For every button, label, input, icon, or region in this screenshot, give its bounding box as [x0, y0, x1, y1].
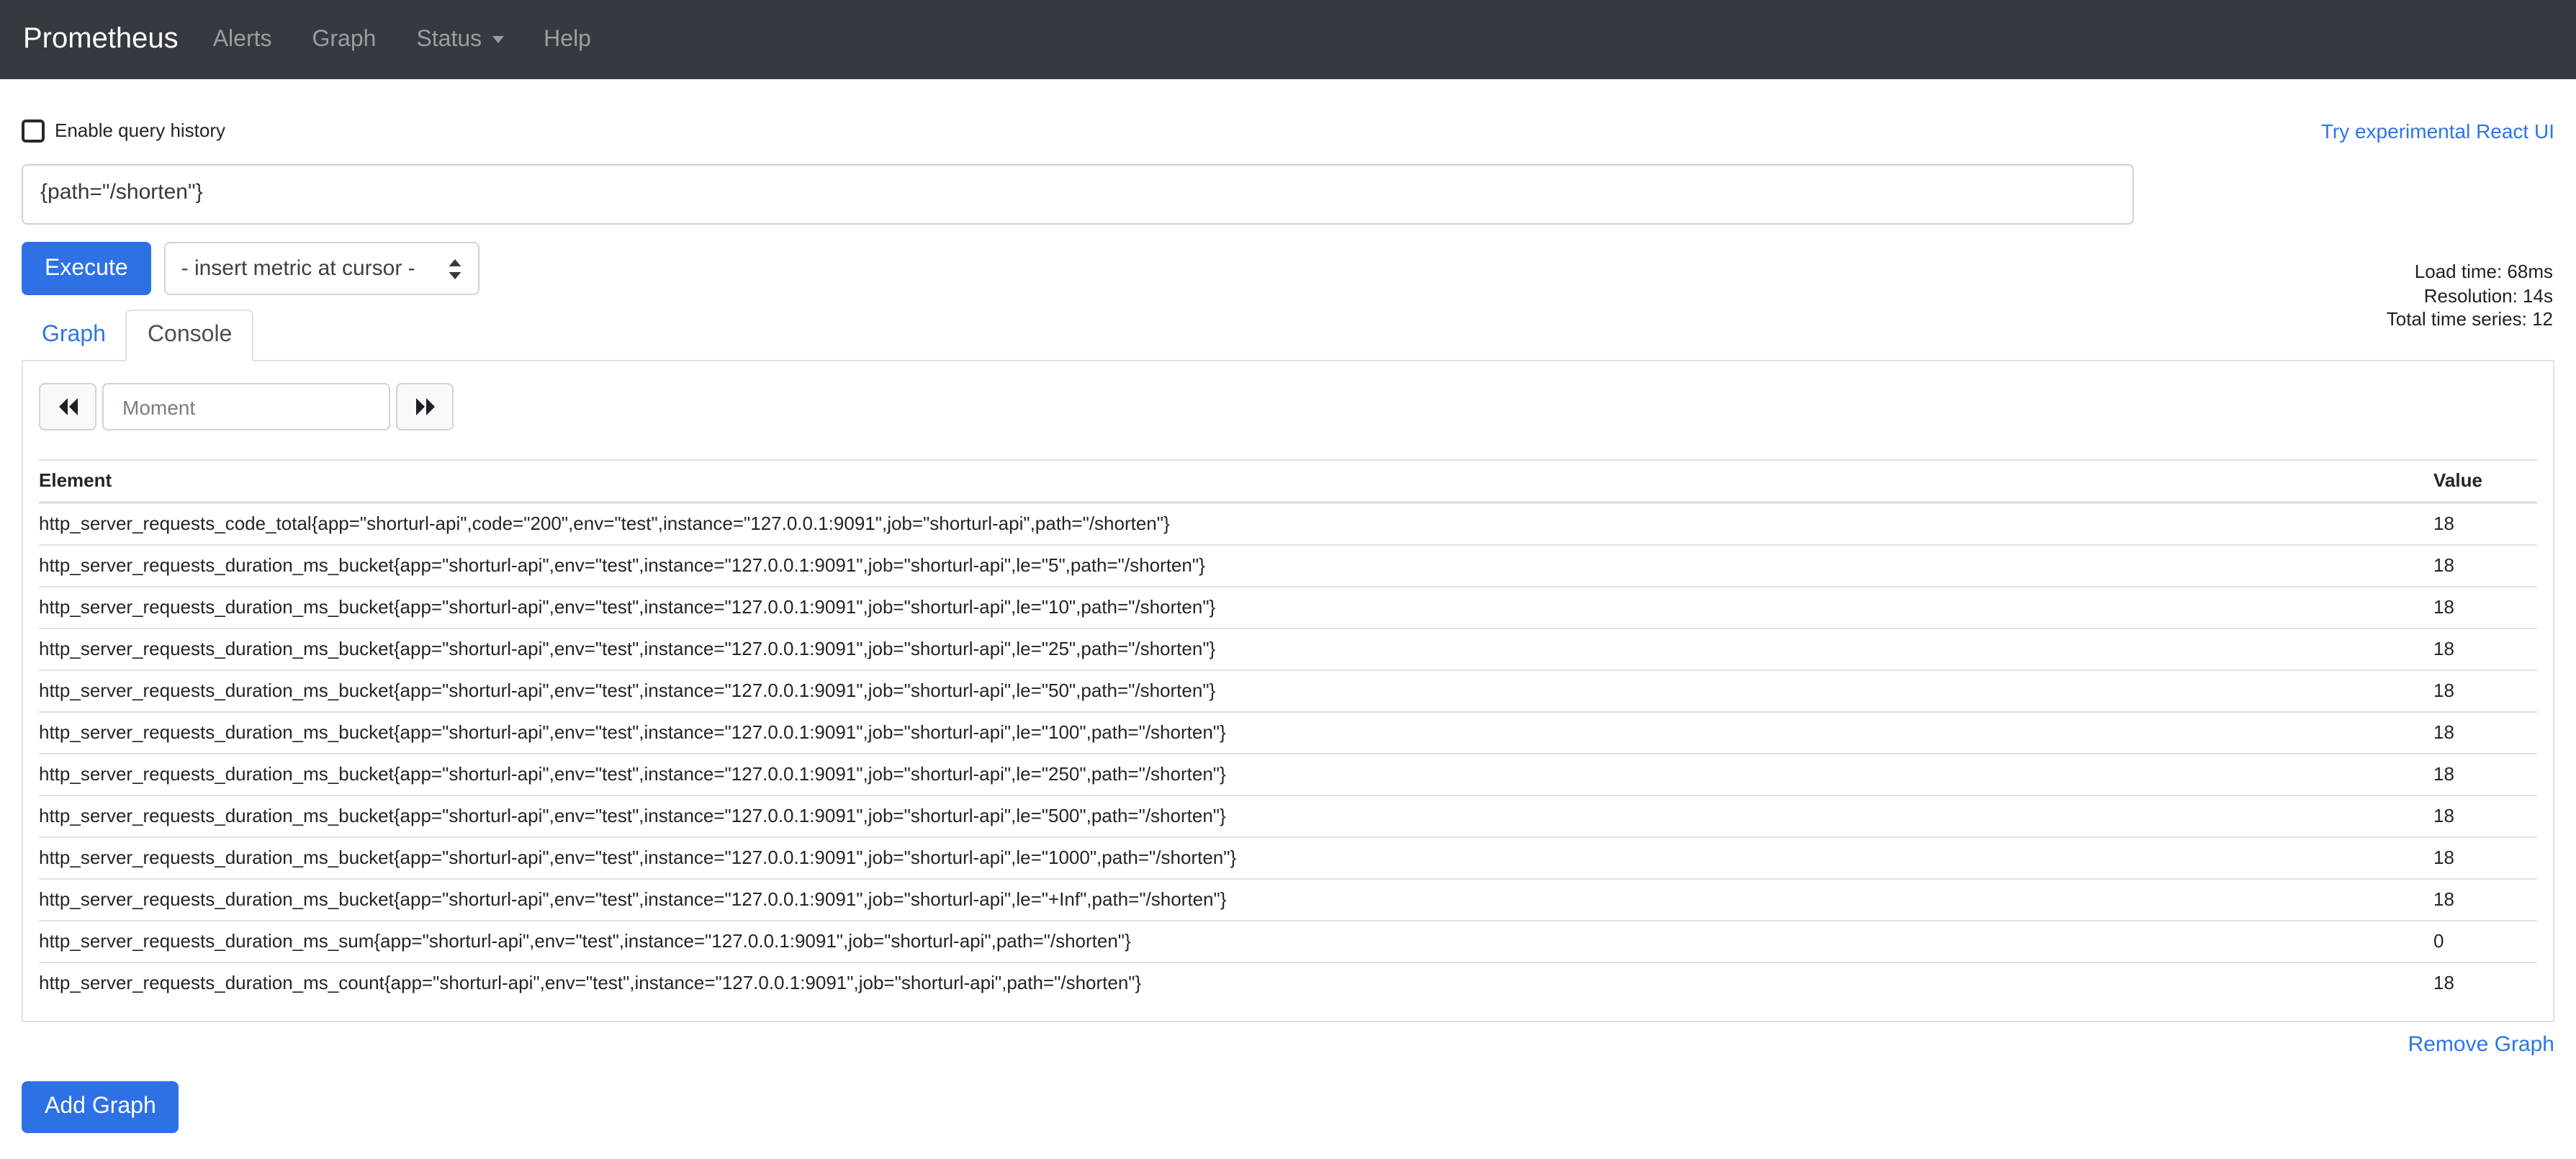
prometheus-app: Prometheus Alerts Graph Status Help Enab… — [0, 0, 2576, 1159]
column-header-value: Value — [2433, 460, 2537, 502]
table-row: http_server_requests_duration_ms_bucket{… — [39, 879, 2537, 921]
metric-element: http_server_requests_duration_ms_bucket{… — [39, 545, 2433, 587]
nav-item-alerts[interactable]: Alerts — [193, 27, 292, 53]
main-content: Enable query history Try experimental Re… — [0, 118, 2576, 1159]
table-row: http_server_requests_duration_ms_bucket{… — [39, 754, 2537, 795]
load-time: Load time: 68ms — [2387, 261, 2553, 284]
fast-forward-icon — [414, 397, 436, 416]
table-header: Element Value — [39, 460, 2537, 502]
metric-element: http_server_requests_duration_ms_bucket{… — [39, 670, 2433, 712]
navbar: Prometheus Alerts Graph Status Help — [0, 0, 2576, 79]
add-graph-button[interactable]: Add Graph — [22, 1081, 179, 1133]
metric-value: 18 — [2433, 712, 2537, 754]
metric-value: 18 — [2433, 837, 2537, 879]
moment-controls — [39, 383, 2537, 430]
react-ui-link[interactable]: Try experimental React UI — [2321, 119, 2554, 142]
query-expression-input[interactable]: {path="/shorten"} — [22, 164, 2134, 225]
metric-element: http_server_requests_duration_ms_sum{app… — [39, 921, 2433, 962]
table-row: http_server_requests_duration_ms_sum{app… — [39, 921, 2537, 962]
metric-value: 18 — [2433, 962, 2537, 1004]
metric-value: 18 — [2433, 670, 2537, 712]
nav-item-help[interactable]: Help — [523, 27, 611, 53]
nav-item-status[interactable]: Status — [396, 27, 523, 53]
metric-value: 0 — [2433, 921, 2537, 962]
metric-element: http_server_requests_duration_ms_bucket{… — [39, 712, 2433, 754]
query-history-row: Enable query history Try experimental Re… — [22, 118, 2554, 143]
remove-graph-link[interactable]: Remove Graph — [2408, 1032, 2554, 1057]
metric-value: 18 — [2433, 502, 2537, 545]
metric-value: 18 — [2433, 879, 2537, 921]
metric-value: 18 — [2433, 587, 2537, 628]
metric-element: http_server_requests_duration_ms_bucket{… — [39, 587, 2433, 628]
metric-value: 18 — [2433, 545, 2537, 587]
metric-value: 18 — [2433, 795, 2537, 837]
moment-back-button[interactable] — [39, 383, 96, 430]
table-row: http_server_requests_code_total{app="sho… — [39, 502, 2537, 545]
metric-element: http_server_requests_code_total{app="sho… — [39, 502, 2433, 545]
metric-element: http_server_requests_duration_ms_bucket{… — [39, 628, 2433, 670]
table-row: http_server_requests_duration_ms_bucket{… — [39, 670, 2537, 712]
metric-element: http_server_requests_duration_ms_bucket{… — [39, 754, 2433, 795]
select-updown-icon — [448, 258, 462, 279]
insert-metric-select-label: - insert metric at cursor - — [181, 256, 415, 281]
metric-element: http_server_requests_duration_ms_bucket{… — [39, 879, 2433, 921]
query-stats: Load time: 68ms Resolution: 14s Total ti… — [2387, 261, 2553, 332]
execute-button[interactable]: Execute — [22, 242, 151, 295]
resolution: Resolution: 14s — [2387, 284, 2553, 308]
metric-element: http_server_requests_duration_ms_bucket{… — [39, 837, 2433, 879]
tab-graph[interactable]: Graph — [22, 311, 126, 360]
nav-item-graph[interactable]: Graph — [292, 27, 397, 53]
checkbox-icon[interactable] — [22, 119, 45, 142]
rewind-icon — [57, 397, 78, 416]
execute-row: Execute - insert metric at cursor - — [22, 242, 2554, 295]
metric-value: 18 — [2433, 754, 2537, 795]
remove-graph-row: Remove Graph — [22, 1032, 2554, 1058]
table-row: http_server_requests_duration_ms_bucket{… — [39, 628, 2537, 670]
metric-value: 18 — [2433, 628, 2537, 670]
tab-console[interactable]: Console — [126, 310, 253, 361]
add-graph-row: Add Graph — [22, 1058, 2554, 1133]
tab-bar: Graph Console — [22, 310, 2554, 361]
table-row: http_server_requests_duration_ms_bucket{… — [39, 795, 2537, 837]
column-header-element: Element — [39, 460, 2433, 502]
total-time-series: Total time series: 12 — [2387, 308, 2553, 332]
table-row: http_server_requests_duration_ms_count{a… — [39, 962, 2537, 1004]
insert-metric-select[interactable]: - insert metric at cursor - — [164, 242, 479, 295]
brand-prometheus[interactable]: Prometheus — [23, 23, 179, 56]
metric-element: http_server_requests_duration_ms_bucket{… — [39, 795, 2433, 837]
table-row: http_server_requests_duration_ms_bucket{… — [39, 712, 2537, 754]
moment-forward-button[interactable] — [396, 383, 454, 430]
enable-query-history-label: Enable query history — [55, 119, 225, 141]
moment-input[interactable] — [102, 383, 390, 430]
console-table-body: http_server_requests_code_total{app="sho… — [39, 502, 2537, 1004]
table-row: http_server_requests_duration_ms_bucket{… — [39, 837, 2537, 879]
table-row: http_server_requests_duration_ms_bucket{… — [39, 587, 2537, 628]
chevron-down-icon — [492, 35, 503, 48]
console-results-table: Element Value http_server_requests_code_… — [39, 459, 2537, 1004]
table-row: http_server_requests_duration_ms_bucket{… — [39, 545, 2537, 587]
nav-item-status-label: Status — [416, 27, 482, 53]
console-panel: Element Value http_server_requests_code_… — [22, 361, 2554, 1022]
enable-query-history-toggle[interactable]: Enable query history — [22, 119, 225, 142]
metric-element: http_server_requests_duration_ms_count{a… — [39, 962, 2433, 1004]
